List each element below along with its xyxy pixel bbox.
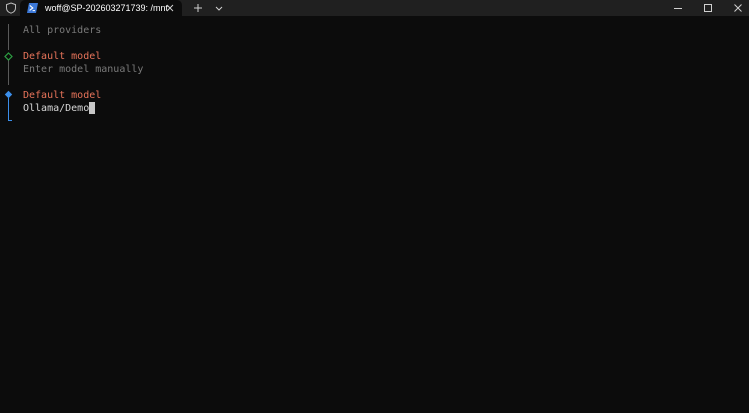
title-bar[interactable]: woff@SP-202603271739: /mnt — [0, 0, 749, 17]
terminal-output[interactable]: All providers Default model Enter model … — [0, 17, 749, 413]
step2-title: Default model — [23, 90, 102, 101]
gutter-line-active — [8, 98, 9, 121]
maximize-button[interactable] — [691, 0, 725, 16]
active-diamond-icon — [4, 90, 13, 99]
gutter-line — [8, 60, 9, 85]
plus-icon[interactable] — [191, 1, 205, 15]
step1-hint: Enter model manually — [23, 64, 144, 75]
shield-icon — [6, 2, 16, 14]
chevron-down-icon[interactable] — [212, 1, 226, 15]
step1-title: Default model — [23, 51, 102, 62]
terminal-window: woff@SP-202603271739: /mnt All providers… — [0, 0, 749, 413]
done-diamond-icon — [4, 52, 13, 61]
maximize-icon — [704, 4, 712, 12]
close-icon[interactable] — [164, 2, 176, 14]
powershell-icon — [27, 3, 38, 13]
model-input-value[interactable]: Ollama/Demo — [23, 103, 89, 114]
text-cursor — [89, 102, 96, 114]
window-close-button[interactable] — [721, 0, 749, 16]
tab-terminal[interactable]: woff@SP-202603271739: /mnt — [20, 0, 182, 17]
providers-label: All providers — [23, 25, 102, 36]
model-input-line[interactable]: Ollama/Demo — [23, 102, 96, 115]
close-icon — [734, 4, 742, 12]
gutter-end-mark — [8, 120, 12, 121]
minimize-icon — [674, 8, 682, 9]
minimize-button[interactable] — [661, 0, 695, 16]
tab-title: woff@SP-202603271739: /mnt — [45, 3, 169, 13]
gutter-line — [8, 24, 9, 50]
